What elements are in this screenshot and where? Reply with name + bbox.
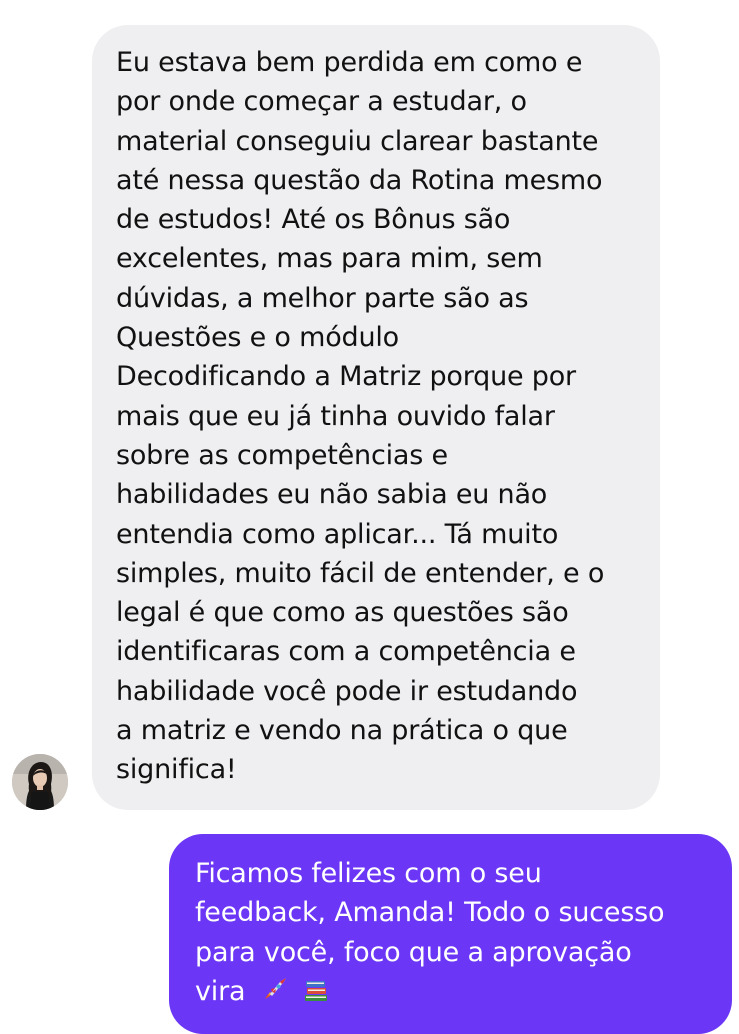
message-line: identificaras com a competência e	[116, 636, 576, 668]
message-line: excelentes, mas para mim, sem	[116, 243, 543, 275]
message-line: Decodificando a Matriz porque por	[116, 361, 576, 393]
message-line: habilidade você pode ir estudando	[116, 675, 578, 707]
message-thread: Eu estava bem perdida em como e por onde…	[0, 0, 739, 1034]
message-line: habilidades eu não sabia eu não	[116, 479, 548, 511]
sender-avatar[interactable]	[12, 754, 68, 810]
message-line: de estudos! Até os Bônus são	[116, 204, 511, 236]
outgoing-message-bubble[interactable]: Ficamos felizes com o seu feedback, Aman…	[169, 834, 732, 1034]
message-line: Questões e o módulo	[116, 322, 399, 354]
message-line: Eu estava bem perdida em como e	[116, 47, 583, 78]
message-line: para você, foco que a aprovação	[195, 936, 632, 968]
message-line: simples, muito fácil de entender, e o	[116, 557, 605, 589]
avatar-photo	[12, 754, 68, 810]
message-text: vira	[195, 975, 246, 1007]
message-line: dúvidas, a melhor parte são as	[116, 282, 529, 314]
message-line-last: vira	[195, 972, 708, 1015]
message-line: a matriz e vendo na prática o que	[116, 715, 568, 747]
message-line: material conseguiu clarear bastante	[116, 125, 599, 157]
message-line: Ficamos felizes com o seu	[195, 858, 542, 889]
message-line: legal é que como as questões são	[116, 597, 569, 629]
message-line: mais que eu já tinha ouvido falar	[116, 400, 555, 432]
message-line: entendia como aplicar... Tá muito	[116, 518, 559, 550]
message-line: significa!	[116, 754, 237, 786]
message-line: sobre as competências e	[116, 439, 448, 471]
message-line: até nessa questão da Rotina mesmo	[116, 164, 603, 196]
incoming-message-bubble[interactable]: Eu estava bem perdida em como e por onde…	[92, 25, 660, 810]
message-line: por onde começar a estudar, o	[116, 86, 527, 118]
rocket-icon	[260, 976, 288, 1015]
message-line: feedback, Amanda! Todo o sucesso	[195, 897, 665, 929]
books-icon	[302, 976, 330, 1015]
